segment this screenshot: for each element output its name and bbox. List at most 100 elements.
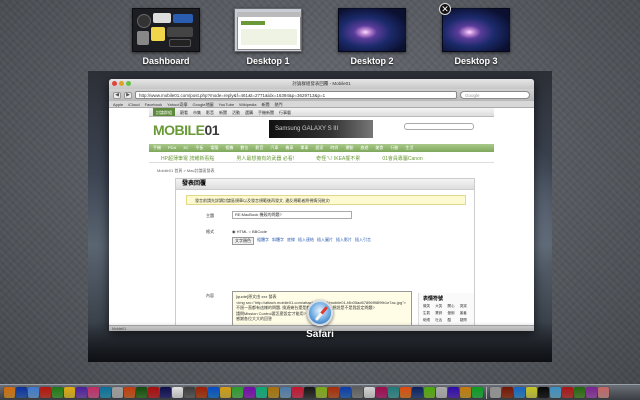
dock-app-icon[interactable] [388, 387, 399, 398]
dock-app-icon[interactable] [538, 387, 549, 398]
safari-window[interactable]: 討論群組發表回覆 - Mobile01 ◀ ▶ http://www.mobil… [109, 79, 534, 331]
space-desktop-1[interactable]: Desktop 1 [234, 8, 302, 66]
dock-app-icon[interactable] [364, 387, 375, 398]
back-button[interactable]: ◀ [113, 91, 121, 99]
dock-app-icon[interactable] [112, 387, 123, 398]
dock-app-icon[interactable] [598, 387, 609, 398]
emoji-item[interactable]: 大笑 [435, 304, 445, 309]
bookmark-item[interactable]: 熱門 [275, 101, 283, 107]
dock-app-icon[interactable] [304, 387, 315, 398]
category-item[interactable]: 電腦 [210, 144, 218, 152]
dock-app-icon[interactable] [184, 387, 195, 398]
bookmark-item[interactable]: 新聞 [262, 101, 270, 107]
category-item[interactable]: 影音 [255, 144, 263, 152]
emoji-item[interactable]: 暈倒 [448, 311, 458, 316]
category-item[interactable]: PDA [168, 144, 176, 152]
category-item[interactable]: 旅遊 [360, 144, 368, 152]
emoji-item[interactable]: 害羞 [460, 311, 470, 316]
dock-app-icon[interactable] [52, 387, 63, 398]
bookmark-item[interactable]: YouTube [218, 101, 234, 107]
space-desktop-2[interactable]: Desktop 2 [338, 8, 406, 66]
dock-app-icon[interactable] [340, 387, 351, 398]
bookmark-item[interactable]: Google地圖 [193, 101, 214, 107]
dock-app-icon[interactable] [352, 387, 363, 398]
bookmark-item[interactable]: Apple [113, 101, 123, 107]
bookmark-item[interactable]: Yahoo!奇摩 [167, 101, 187, 107]
ad-banner[interactable]: Samsung GALAXY S III [269, 120, 373, 138]
promo-link[interactable]: 01會員專屬Canon [382, 155, 422, 162]
site-nav-item[interactable]: 行事曆 [279, 108, 291, 116]
dock-app-icon[interactable] [436, 387, 447, 398]
safari-compass-icon[interactable] [307, 300, 333, 326]
dock-app-icon[interactable] [586, 387, 597, 398]
site-nav-item[interactable]: 新聞 [219, 108, 227, 116]
dock-app-icon[interactable] [514, 387, 525, 398]
promo-link[interactable]: 奇怪ㄟ! IKEA擺不累 [316, 155, 360, 162]
site-nav-item[interactable]: 手機新聞 [258, 108, 274, 116]
forward-button[interactable]: ▶ [124, 91, 132, 99]
emoji-item[interactable]: 哭哭 [460, 304, 470, 309]
dock-app-icon[interactable] [88, 387, 99, 398]
dock-app-icon[interactable] [124, 387, 135, 398]
site-nav-item[interactable]: 觀看 [180, 108, 188, 116]
dock-app-icon[interactable] [316, 387, 327, 398]
dock-app-icon[interactable] [448, 387, 459, 398]
zoom-window-icon[interactable] [126, 81, 131, 86]
dock-app-icon[interactable] [526, 387, 537, 398]
site-search-input[interactable] [404, 123, 474, 130]
address-field[interactable]: http://www.mobile01.com/post.php?mode=re… [135, 91, 457, 99]
category-item[interactable]: 機車 [285, 144, 293, 152]
dock-app-icon[interactable] [172, 387, 183, 398]
minimize-window-icon[interactable] [119, 81, 124, 86]
category-item[interactable]: 居家 [315, 144, 323, 152]
dock-app-icon[interactable] [100, 387, 111, 398]
bookmark-item[interactable]: Facebook [145, 101, 163, 107]
bookmark-item[interactable]: iCloud [128, 101, 139, 107]
dock-app-icon[interactable] [292, 387, 303, 398]
category-item[interactable]: 平板 [195, 144, 203, 152]
dock-app-icon[interactable] [244, 387, 255, 398]
dashboard-thumbnail[interactable] [132, 8, 200, 52]
dock-app-icon[interactable] [376, 387, 387, 398]
desktop-2-thumbnail[interactable] [338, 8, 406, 52]
dock-app-icon[interactable] [472, 387, 483, 398]
dock-app-icon[interactable] [562, 387, 573, 398]
space-desktop-3[interactable]: Desktop 3 [442, 8, 510, 66]
search-field[interactable]: Google [460, 91, 530, 99]
editor-link[interactable]: 底線 [287, 237, 295, 245]
emoji-item[interactable]: 無奈 [423, 325, 433, 330]
emoji-item[interactable]: 生氣 [423, 311, 433, 316]
emoji-item[interactable]: 愛心 [435, 325, 445, 330]
dock-app-icon[interactable] [4, 387, 15, 398]
dock-app-icon[interactable] [76, 387, 87, 398]
dock-app-icon[interactable] [460, 387, 471, 398]
emoji-item[interactable]: 噓 [460, 325, 470, 330]
font-color-select[interactable]: 文字顏色 [232, 237, 254, 245]
emoji-item[interactable]: 讚 [448, 325, 458, 330]
promo-link[interactable]: 男人最想擁有的武器 必看! [236, 155, 294, 162]
category-item[interactable]: 相機 [225, 144, 233, 152]
dock-app-icon[interactable] [574, 387, 585, 398]
dock-app-icon[interactable] [328, 387, 339, 398]
category-item[interactable]: 汽車 [270, 144, 278, 152]
editor-link[interactable]: 斜體字 [272, 237, 284, 245]
category-item[interactable]: 單車 [300, 144, 308, 152]
dock-app-icon[interactable] [550, 387, 561, 398]
emoji-item[interactable]: 疑問 [460, 318, 470, 323]
dock-app-icon[interactable] [232, 387, 243, 398]
editor-link[interactable]: 插入圖片 [317, 237, 333, 245]
dock-app-icon[interactable] [256, 387, 267, 398]
emoji-item[interactable]: 眨眼 [423, 318, 433, 323]
dock-app-icon[interactable] [424, 387, 435, 398]
emoji-item[interactable]: 吐舌 [435, 318, 445, 323]
category-item[interactable]: 數位 [240, 144, 248, 152]
desktop-1-thumbnail[interactable] [234, 8, 302, 52]
breadcrumb[interactable]: Mobile01 首頁 > Mac討論區發表 [157, 168, 214, 174]
dock-app-icon[interactable] [502, 387, 513, 398]
dock-app-icon[interactable] [148, 387, 159, 398]
editor-link[interactable]: 粗體字 [257, 237, 269, 245]
site-nav-item[interactable]: 選購 [245, 108, 253, 116]
category-item[interactable]: 生活 [405, 144, 413, 152]
dock-app-icon[interactable] [40, 387, 51, 398]
dock-app-icon[interactable] [400, 387, 411, 398]
